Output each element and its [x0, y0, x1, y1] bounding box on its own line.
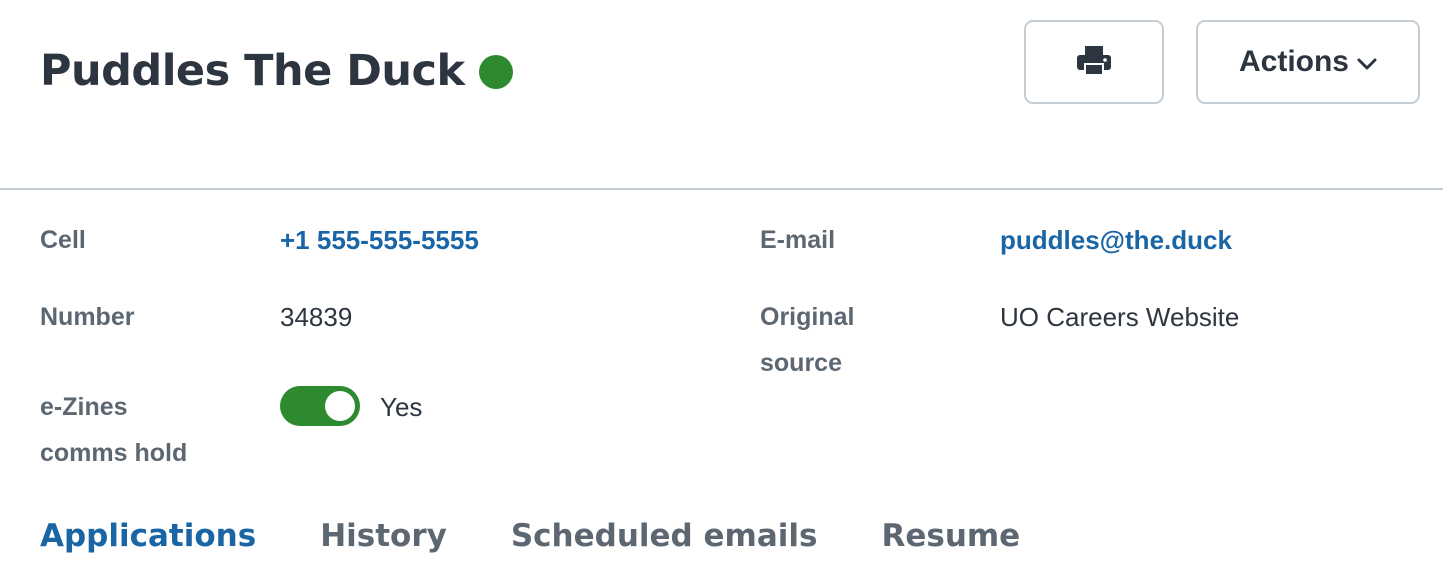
tab-resume[interactable]: Resume — [881, 510, 1020, 562]
ezines-label-line2: comms hold — [40, 439, 188, 467]
original-source-label-line2: source — [760, 349, 842, 377]
number-label: Number — [40, 303, 135, 331]
printer-icon — [1076, 45, 1112, 80]
cell-phone-link[interactable]: +1 555-555-5555 — [280, 225, 479, 255]
profile-tabs: Applications History Scheduled emails Re… — [40, 510, 1084, 562]
ezines-comms-hold-toggle[interactable] — [280, 386, 360, 426]
toggle-knob — [325, 391, 355, 421]
tab-scheduled-emails[interactable]: Scheduled emails — [511, 510, 818, 562]
number-value: 34839 — [280, 302, 353, 332]
chevron-down-icon — [1357, 57, 1377, 71]
contact-profile-page: Puddles The Duck Actions Cell +1 555-555… — [0, 0, 1443, 577]
ezines-label-line1: e-Zines — [40, 393, 128, 421]
ezines-toggle-value: Yes — [380, 392, 423, 422]
actions-dropdown-button[interactable]: Actions — [1196, 20, 1420, 104]
original-source-label-line1: Original — [760, 303, 855, 331]
actions-label: Actions — [1238, 45, 1349, 78]
email-label: E-mail — [760, 226, 836, 254]
profile-header: Puddles The Duck Actions — [0, 0, 1443, 190]
original-source-value: UO Careers Website — [1000, 302, 1240, 332]
original-source-label: Original source — [760, 294, 854, 386]
page-title: Puddles The Duck — [40, 46, 465, 96]
status-indicator — [478, 55, 513, 89]
email-link[interactable]: puddles@the.duck — [1000, 225, 1232, 255]
title-group: Puddles The Duck — [40, 42, 513, 100]
print-button[interactable] — [1024, 20, 1164, 104]
ezines-label: e-Zines comms hold — [40, 384, 187, 476]
tab-history[interactable]: History — [320, 510, 447, 562]
cell-label: Cell — [40, 226, 86, 254]
tab-applications[interactable]: Applications — [40, 510, 256, 562]
